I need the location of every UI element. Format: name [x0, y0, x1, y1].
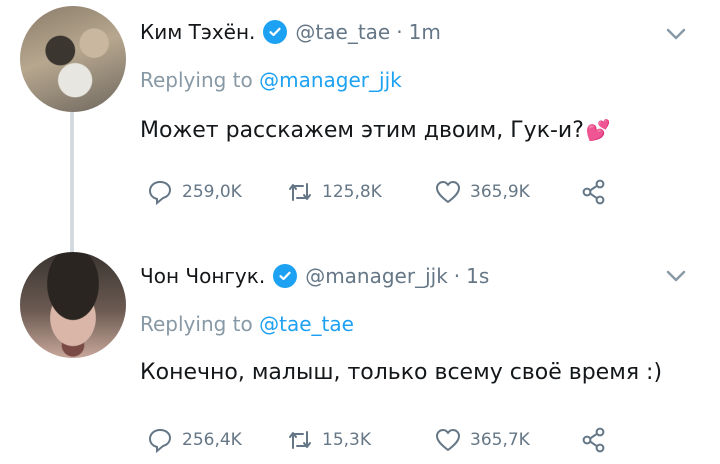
avatar[interactable] [20, 252, 126, 358]
reply-button[interactable]: 256,4K [146, 426, 242, 454]
heart-icon [436, 429, 460, 451]
reply-icon [148, 428, 172, 454]
replying-to-mention[interactable]: @manager_jjk [259, 68, 402, 92]
tweet-1[interactable]: Ким Тэхён. @tae_tae · 1m Replying to @ma… [0, 0, 720, 246]
avatar[interactable] [20, 6, 126, 112]
retweet-count: 15,3K [322, 430, 371, 450]
tweet-text-body: Конечно, малыш, только всему своё время … [140, 360, 663, 385]
separator-dot: · [453, 264, 461, 288]
reply-count: 256,4K [182, 430, 242, 450]
retweet-icon [289, 183, 311, 201]
replying-to: Replying to @tae_tae [140, 312, 354, 336]
author-handle[interactable]: @manager_jjk [305, 264, 448, 288]
replying-to: Replying to @manager_jjk [140, 68, 402, 92]
author-name[interactable]: Чон Чонгук. [140, 264, 265, 288]
timestamp[interactable]: 1m [409, 20, 441, 44]
like-button[interactable]: 365,7K [434, 426, 530, 454]
tweet-text: Конечно, малыш, только всему своё время … [140, 360, 662, 385]
verified-badge-icon [263, 20, 288, 44]
tweet-text-body: Может расскажем этим двоим, Гук-и? [140, 118, 584, 143]
action-bar: 256,4K 15,3K 365,7K [140, 426, 620, 460]
verified-badge-icon [273, 264, 298, 288]
share-icon [582, 427, 605, 453]
share-button[interactable] [580, 178, 608, 206]
share-button[interactable] [580, 426, 608, 454]
retweet-count: 125,8K [322, 182, 382, 202]
replying-to-mention[interactable]: @tae_tae [259, 312, 354, 336]
replying-to-prefix: Replying to [140, 312, 253, 336]
heart-icon [436, 181, 460, 203]
like-count: 365,9K [470, 182, 530, 202]
timestamp[interactable]: 1s [466, 264, 489, 288]
two-hearts-emoji: 💕 [585, 118, 611, 142]
retweet-button[interactable]: 125,8K [286, 178, 382, 206]
retweet-button[interactable]: 15,3K [286, 426, 371, 454]
chevron-down-icon[interactable] [664, 22, 688, 46]
author-handle[interactable]: @tae_tae [295, 20, 390, 44]
retweet-icon [289, 431, 311, 449]
separator-dot: · [396, 20, 403, 44]
tweet-2[interactable]: Чон Чонгук. @manager_jjk · 1s Replying t… [0, 246, 720, 464]
share-icon [582, 179, 605, 205]
action-bar: 259,0K 125,8K 365,9K [140, 178, 620, 212]
reply-icon [148, 180, 172, 206]
tweet-header: Чон Чонгук. @manager_jjk · 1s [140, 260, 489, 292]
like-count: 365,7K [470, 430, 530, 450]
author-name[interactable]: Ким Тэхён. [140, 20, 255, 44]
tweet-header: Ким Тэхён. @tae_tae · 1m [140, 16, 441, 48]
chevron-down-icon[interactable] [664, 264, 688, 288]
tweet-text: Может расскажем этим двоим, Гук-и? 💕 [140, 118, 611, 143]
replying-to-prefix: Replying to [140, 68, 253, 92]
reply-button[interactable]: 259,0K [146, 178, 242, 206]
like-button[interactable]: 365,9K [434, 178, 530, 206]
reply-count: 259,0K [182, 182, 242, 202]
